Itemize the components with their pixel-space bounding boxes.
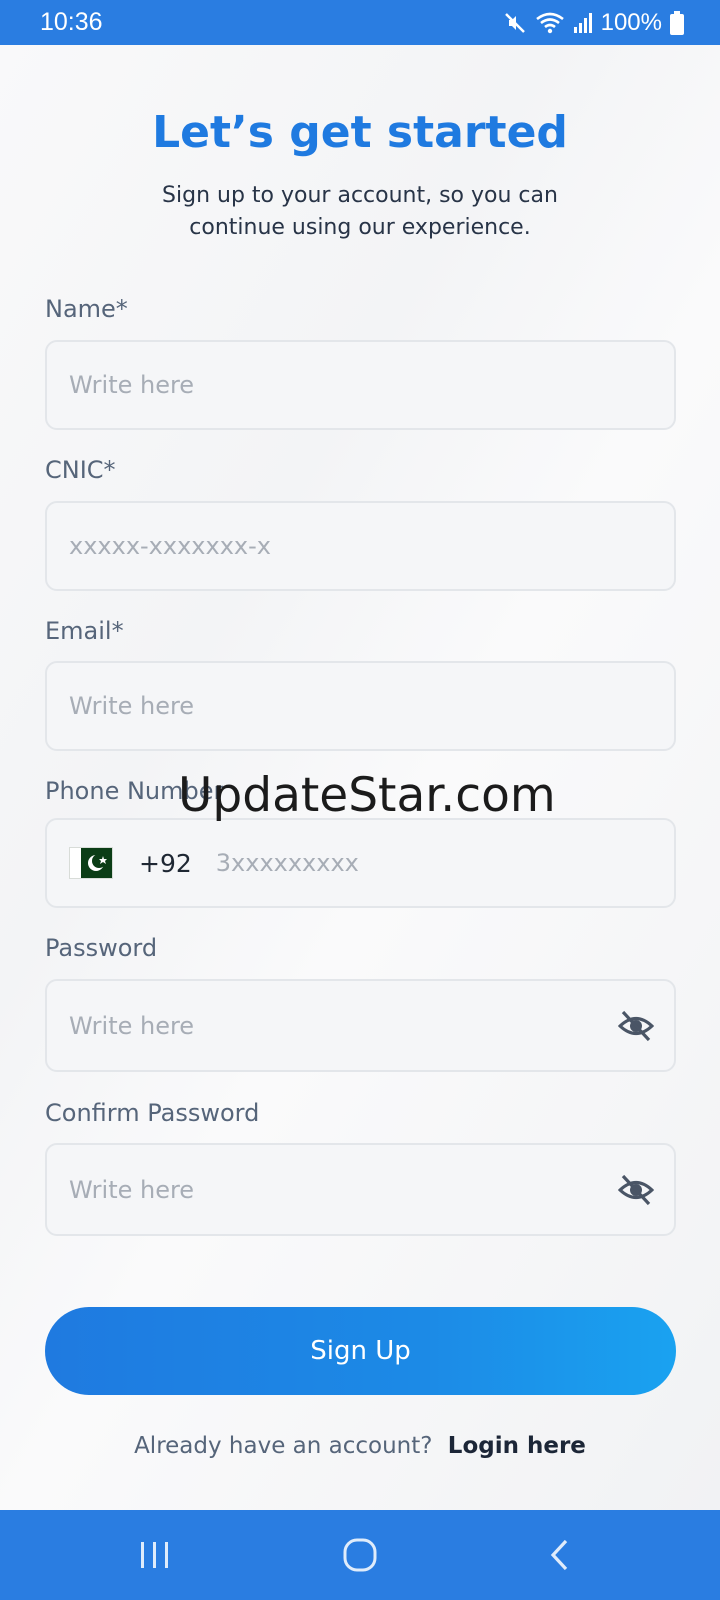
signup-button[interactable]: Sign Up — [45, 1307, 676, 1395]
email-placeholder: Write here — [69, 692, 195, 720]
country-code[interactable]: +92 — [139, 849, 192, 878]
name-label: Name* — [45, 295, 128, 323]
confirm-password-input[interactable]: Write here — [45, 1143, 676, 1236]
password-input[interactable]: Write here — [45, 979, 676, 1072]
status-icons: 100% — [503, 9, 684, 37]
name-placeholder: Write here — [69, 371, 195, 399]
battery-icon — [670, 10, 684, 35]
eye-off-icon[interactable] — [617, 1009, 655, 1047]
watermark: UpdateStar.com — [178, 768, 556, 823]
eye-off-icon[interactable] — [617, 1173, 655, 1211]
cnic-input[interactable]: xxxxx-xxxxxxx-x — [45, 501, 676, 591]
battery-percent: 100% — [600, 8, 662, 36]
password-placeholder: Write here — [69, 1011, 195, 1040]
mute-icon — [503, 11, 527, 35]
login-prompt-row: Already have an account? Login here — [0, 1433, 720, 1459]
pakistan-flag-icon[interactable] — [69, 847, 113, 879]
home-icon[interactable] — [325, 1510, 395, 1600]
phone-placeholder: 3xxxxxxxxx — [215, 849, 359, 877]
login-link[interactable]: Login here — [448, 1433, 586, 1459]
status-time: 10:36 — [40, 8, 103, 36]
password-label: Password — [45, 934, 158, 962]
status-bar: 10:36 100% — [0, 0, 720, 45]
cnic-label: CNIC* — [45, 456, 116, 484]
navigation-bar — [0, 1510, 720, 1600]
recents-icon[interactable] — [120, 1510, 190, 1600]
signal-icon — [573, 12, 593, 34]
wifi-icon — [535, 11, 565, 35]
login-prompt: Already have an account? — [134, 1433, 433, 1459]
name-input[interactable]: Write here — [45, 340, 676, 430]
phone-input[interactable]: +92 3xxxxxxxxx — [45, 818, 676, 908]
page-title: Let’s get started — [152, 107, 568, 158]
email-label: Email* — [45, 617, 124, 645]
cnic-placeholder: xxxxx-xxxxxxx-x — [69, 532, 271, 560]
confirm-password-placeholder: Write here — [69, 1175, 195, 1204]
email-input[interactable]: Write here — [45, 661, 676, 751]
back-icon[interactable] — [525, 1510, 595, 1600]
page-subtitle: Sign up to your account, so you can cont… — [162, 183, 558, 240]
confirm-password-label: Confirm Password — [45, 1099, 260, 1127]
